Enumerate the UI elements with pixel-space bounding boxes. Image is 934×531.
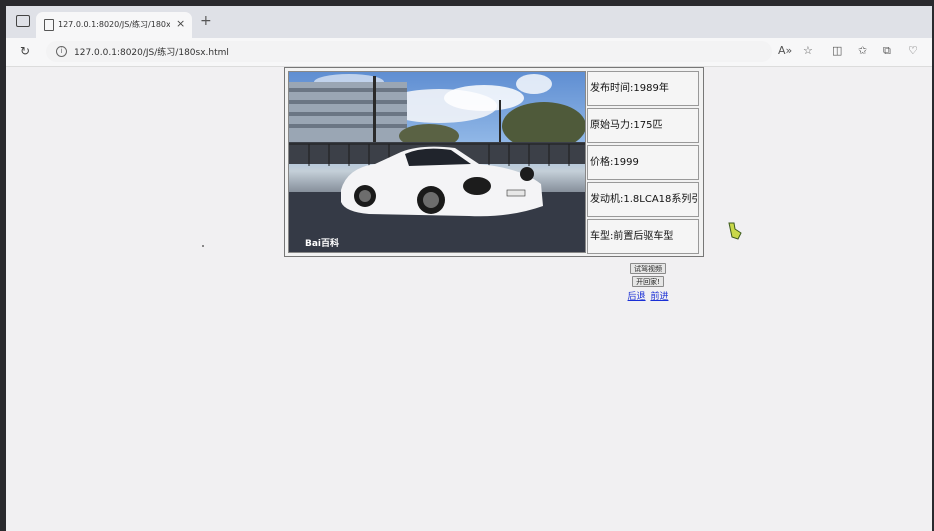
car-image: Bai百科 (288, 71, 586, 253)
favorites-icon[interactable]: ✩ (858, 45, 867, 57)
collections-icon[interactable]: ⧉ (883, 45, 891, 57)
drive-home-button[interactable]: 开回家! (632, 276, 664, 287)
watermark: Bai百科 (305, 239, 340, 249)
read-aloud-icon[interactable]: A» (778, 45, 792, 57)
mouse-cursor-icon (728, 222, 742, 240)
controls: 试驾视频 开回家! 后退 前进 (618, 263, 678, 302)
url-text[interactable]: 127.0.0.1:8020/JS/练习/180sx.html (74, 45, 229, 58)
car-info-table: Bai百科 发布时间:1989年 原始马力:175匹 价格:1999 发动机:1… (284, 67, 704, 257)
new-tab-icon[interactable]: + (200, 14, 212, 28)
page-icon (44, 19, 54, 31)
favorite-star-icon[interactable]: ☆ (803, 45, 813, 57)
spec-engine: 发动机:1.8LCA18系列引擎 (587, 182, 699, 217)
address-bar[interactable]: i 127.0.0.1:8020/JS/练习/180sx.html (46, 41, 772, 62)
spec-horsepower: 原始马力:175匹 (587, 108, 699, 143)
back-link[interactable]: 后退 (628, 292, 646, 302)
test-drive-video-button[interactable]: 试驾视频 (630, 263, 666, 274)
extensions-icon[interactable]: ♡ (908, 45, 918, 57)
browser-tab[interactable]: 127.0.0.1:8020/JS/练习/180xchtml × (36, 12, 192, 38)
tab-strip: 127.0.0.1:8020/JS/练习/180xchtml × + (6, 6, 932, 38)
reload-icon[interactable]: ↻ (20, 44, 30, 58)
forward-link[interactable]: 前进 (650, 292, 668, 302)
info-icon[interactable]: i (56, 46, 67, 57)
split-screen-icon[interactable]: ◫ (832, 45, 842, 57)
tab-title: 127.0.0.1:8020/JS/练习/180xchtml (58, 20, 170, 29)
spec-drivetrain: 车型:前置后驱车型 (587, 219, 699, 254)
history-links: 后退 前进 (618, 289, 678, 302)
spec-release-date: 发布时间:1989年 (587, 71, 699, 106)
screen: 127.0.0.1:8020/JS/练习/180xchtml × + ↻ i 1… (6, 6, 932, 531)
close-tab-icon[interactable]: × (176, 17, 185, 30)
stray-dot (202, 245, 204, 247)
car-photo-svg (289, 74, 585, 252)
tab-actions-icon[interactable] (16, 15, 30, 27)
browser-toolbar: ↻ i 127.0.0.1:8020/JS/练习/180sx.html A» ☆… (6, 38, 932, 67)
spec-price: 价格:1999 (587, 145, 699, 180)
page-content: Bai百科 发布时间:1989年 原始马力:175匹 价格:1999 发动机:1… (6, 67, 932, 531)
